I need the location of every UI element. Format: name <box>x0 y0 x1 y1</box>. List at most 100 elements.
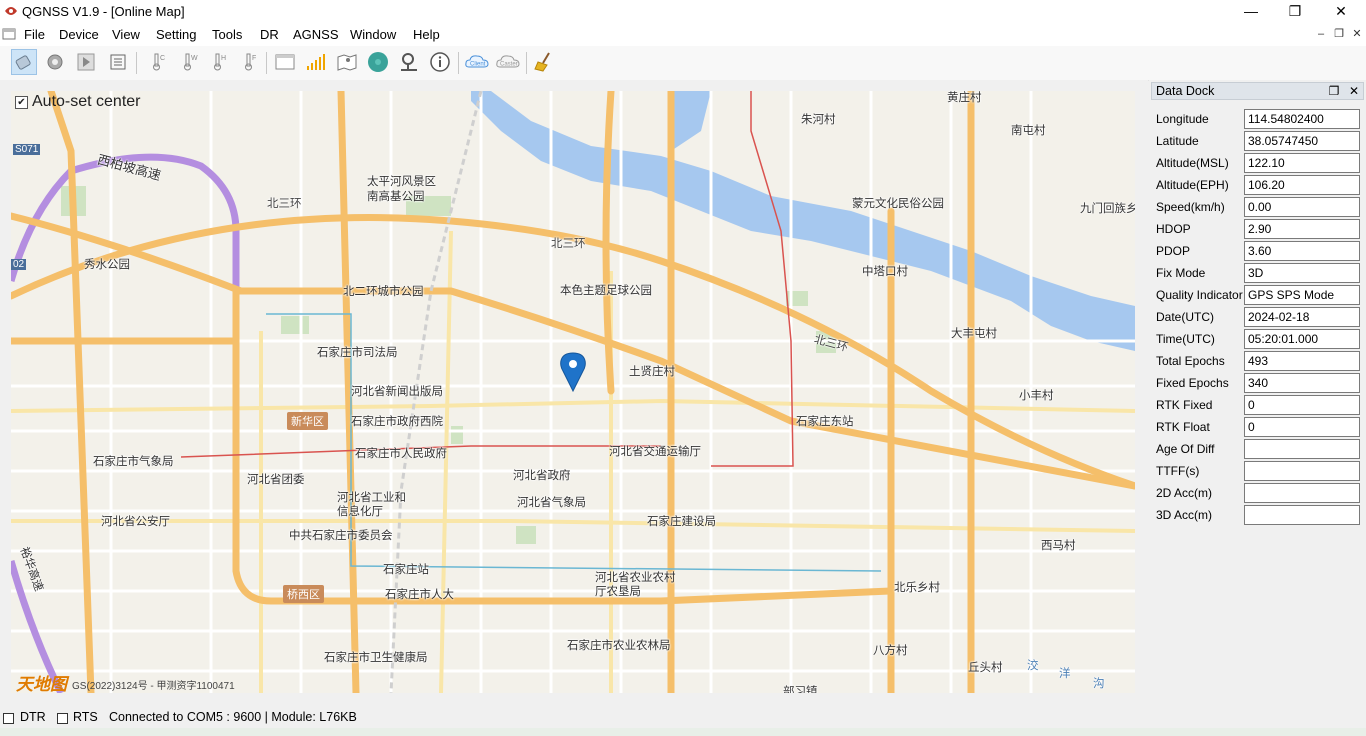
dock-row-label: Date(UTC) <box>1156 310 1215 324</box>
dock-float-button[interactable]: ❐ <box>1326 83 1342 99</box>
signal-button[interactable] <box>303 49 329 75</box>
connect-device-button[interactable] <box>11 49 37 75</box>
dock-row-value[interactable]: 38.05747450 <box>1244 131 1360 151</box>
menu-tools[interactable]: Tools <box>212 27 242 42</box>
play-button[interactable] <box>73 49 99 75</box>
dock-row-value[interactable]: GPS SPS Mode <box>1244 285 1360 305</box>
menu-agnss[interactable]: AGNSS <box>293 27 339 42</box>
mdi-child-icon[interactable] <box>2 27 16 41</box>
dock-row-value[interactable]: 05:20:01.000 <box>1244 329 1360 349</box>
menu-bar: File Device View Setting Tools DR AGNSS … <box>0 24 1366 46</box>
ntrip-client-button[interactable]: Client <box>464 49 490 75</box>
dock-row-label: Speed(km/h) <box>1156 200 1225 214</box>
map-label: 北三环 <box>267 198 302 210</box>
close-button[interactable]: ✕ <box>1318 0 1364 24</box>
map-label: 黄庄村 <box>947 92 982 104</box>
map-label: 石家庄东站 <box>796 416 854 428</box>
mdi-close-button[interactable]: ✕ <box>1348 26 1366 42</box>
map-label: 石家庄站 <box>383 564 429 576</box>
dock-row-value[interactable]: 340 <box>1244 373 1360 393</box>
cloud-caster-icon: Caster <box>496 55 520 68</box>
info-button[interactable] <box>427 49 453 75</box>
online-map[interactable]: 黄庄村 朱河村 南屯村 西柏坡高速 S071 太平河风景区 南高基公园 北三环 … <box>11 91 1135 693</box>
map-label: 秀水公园 <box>84 259 130 271</box>
info-icon <box>430 52 450 72</box>
mdi-restore-button[interactable]: ❐ <box>1330 26 1348 42</box>
map-label: 洋 <box>1059 668 1071 680</box>
dock-row-value[interactable]: 122.10 <box>1244 153 1360 173</box>
map-label: 河北省气象局 <box>517 497 586 509</box>
dock-row-value[interactable]: 0 <box>1244 417 1360 437</box>
checkbox-checked-icon[interactable]: ✔ <box>15 95 28 109</box>
dock-row-label: PDOP <box>1156 244 1191 258</box>
map-label: 河北省公安厅 <box>101 516 170 528</box>
window-view-button[interactable] <box>272 49 298 75</box>
menu-device[interactable]: Device <box>59 27 99 42</box>
menu-setting[interactable]: Setting <box>156 27 196 42</box>
svg-text:C: C <box>160 55 165 62</box>
map-label: 南屯村 <box>1011 125 1046 137</box>
map-label: 02 <box>11 259 27 270</box>
minimize-button[interactable]: — <box>1228 0 1274 24</box>
map-label: 北二环城市公园 <box>343 286 424 298</box>
rts-label: RTS <box>73 710 98 724</box>
menu-dr[interactable]: DR <box>260 27 279 42</box>
menu-help[interactable]: Help <box>413 27 440 42</box>
map-label: 丘头村 <box>968 662 1003 674</box>
clear-button[interactable] <box>531 49 557 75</box>
dock-row-value[interactable]: 2024-02-18 <box>1244 307 1360 327</box>
map-label: 八方村 <box>873 645 908 657</box>
dock-title: Data Dock <box>1156 84 1215 98</box>
svg-text:Caster: Caster <box>500 62 518 68</box>
ntrip-caster-button[interactable]: Caster <box>495 49 521 75</box>
temp-c-button[interactable]: C <box>144 49 170 75</box>
map-canvas <box>11 91 1135 693</box>
dock-row-value[interactable]: 3D <box>1244 263 1360 283</box>
dock-row-value[interactable]: 106.20 <box>1244 175 1360 195</box>
location-button[interactable] <box>396 49 422 75</box>
map-label: 本色主题足球公园 <box>560 285 652 297</box>
dock-close-button[interactable]: ✕ <box>1346 83 1362 99</box>
dock-row-value[interactable] <box>1244 483 1360 503</box>
dock-row-value[interactable] <box>1244 461 1360 481</box>
temp-h-button[interactable]: H <box>205 49 231 75</box>
map-button[interactable] <box>334 49 360 75</box>
auto-set-center-checkbox[interactable]: ✔ Auto-set center <box>15 93 141 111</box>
location-pin-icon <box>401 53 417 71</box>
map-label: 石家庄市气象局 <box>93 456 174 468</box>
dock-row-value[interactable]: 2.90 <box>1244 219 1360 239</box>
map-label: 大丰屯村 <box>951 328 997 340</box>
dtr-checkbox[interactable] <box>3 713 14 724</box>
rts-checkbox[interactable] <box>57 713 68 724</box>
dock-row-value[interactable] <box>1244 505 1360 525</box>
map-label: 小丰村 <box>1019 390 1054 402</box>
temp-w-button[interactable]: W <box>175 49 201 75</box>
dock-row-value[interactable] <box>1244 439 1360 459</box>
map-label: 信息化厅 <box>337 506 383 518</box>
settings-button[interactable] <box>42 49 68 75</box>
globe-button[interactable] <box>365 49 391 75</box>
dock-row-value[interactable]: 0 <box>1244 395 1360 415</box>
dock-row-label: Quality Indicator <box>1156 288 1243 302</box>
svg-text:H: H <box>221 55 226 62</box>
dock-row-value[interactable]: 493 <box>1244 351 1360 371</box>
map-label: 中塔口村 <box>862 266 908 278</box>
map-label: 厅农垦局 <box>595 586 641 598</box>
menu-view[interactable]: View <box>112 27 140 42</box>
dock-row-value[interactable]: 3.60 <box>1244 241 1360 261</box>
map-label: 石家庄市人民政府 <box>355 448 447 460</box>
menu-window[interactable]: Window <box>350 27 396 42</box>
mdi-minimize-button[interactable]: – <box>1312 26 1330 42</box>
menu-file[interactable]: File <box>24 27 45 42</box>
thermometer-w-icon: W <box>184 53 198 71</box>
map-label: 西马村 <box>1041 540 1076 552</box>
dock-row-value[interactable]: 0.00 <box>1244 197 1360 217</box>
dock-row-label: 3D Acc(m) <box>1156 508 1213 522</box>
dock-row-value[interactable]: 114.54802400 <box>1244 109 1360 129</box>
dock-row-label: TTFF(s) <box>1156 464 1200 478</box>
temp-f-button[interactable]: F <box>236 49 262 75</box>
restore-button[interactable]: ❐ <box>1272 0 1318 24</box>
map-label: 石家庄市卫生健康局 <box>324 652 428 664</box>
map-label: 蒙元文化民俗公园 <box>852 198 944 210</box>
console-button[interactable] <box>105 49 131 75</box>
